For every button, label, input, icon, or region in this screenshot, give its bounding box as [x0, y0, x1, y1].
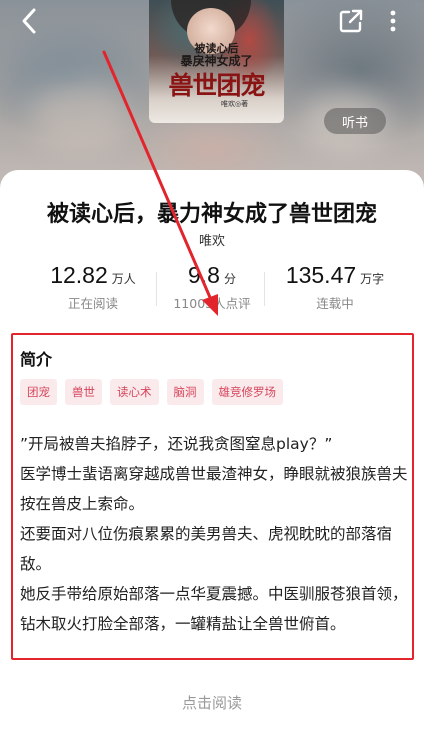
stat-label: 连载中 — [316, 296, 354, 311]
read-button[interactable]: 点击阅读 — [0, 692, 424, 713]
book-cover[interactable]: 被读心后 暴戾神女成了 兽世团宠 唯欢◎著 — [149, 0, 284, 123]
author-name[interactable]: 唯欢 — [0, 230, 424, 249]
intro-text: ”开局被兽夫掐脖子，还说我贪图窒息play？” 医学博士蜚语离穿越成兽世最渣神女… — [20, 429, 412, 639]
listen-button[interactable]: 听书 — [324, 108, 386, 134]
stat-divider — [264, 272, 265, 306]
stat-value: 9.8 — [188, 262, 220, 288]
cover-author-mark: 唯欢◎著 — [221, 100, 249, 108]
stat-word-count: 135.47 万字 连载中 — [270, 262, 400, 312]
back-chevron-icon — [22, 8, 36, 34]
more-vertical-icon — [390, 10, 396, 32]
intro-heading: 简介 — [20, 350, 53, 369]
more-button[interactable] — [378, 6, 408, 36]
book-title: 被读心后，暴力神女成了兽世团宠 — [46, 201, 377, 226]
cover-title-art: 兽世团宠 — [168, 71, 265, 100]
stat-label: 正在阅读 — [67, 296, 118, 311]
share-icon — [339, 9, 363, 33]
stat-value: 135.47 — [285, 262, 357, 288]
stat-label: 11005人点评 — [173, 296, 251, 311]
tag-chip[interactable]: 读心术 — [110, 379, 159, 405]
tag-chip[interactable]: 兽世 — [65, 379, 102, 405]
intro-paragraph: 还要面对八位伤痕累累的美男兽夫、虎视眈眈的部落宿敌。 — [20, 525, 393, 573]
tag-chip[interactable]: 雄竞修罗场 — [211, 379, 283, 405]
tag-list: 团宠 兽世 读心术 脑洞 雄竞修罗场 — [20, 379, 283, 405]
stat-value: 12.82 — [50, 262, 108, 288]
hero-blur-shape — [30, 80, 130, 150]
stat-rating[interactable]: 9.8 分 11005人点评 — [162, 262, 262, 312]
stat-unit: 分 — [223, 272, 236, 286]
tag-chip[interactable]: 脑洞 — [166, 379, 204, 405]
stat-divider — [156, 272, 157, 306]
share-button[interactable] — [336, 6, 366, 36]
stat-unit: 万字 — [360, 272, 385, 286]
stat-readers: 12.82 万人 正在阅读 — [28, 262, 158, 312]
stat-unit: 万人 — [111, 272, 136, 286]
back-button[interactable] — [14, 6, 48, 36]
intro-paragraph: 她反手带给原始部落一点华夏震撼。中医驯服苍狼首领，钻木取火打脸全部落，一罐精盐让… — [20, 585, 408, 633]
intro-paragraph: 医学博士蜚语离穿越成兽世最渣神女，睁眼就被狼族兽夫按在兽皮上索命。 — [20, 465, 408, 513]
tag-chip[interactable]: 团宠 — [20, 379, 57, 405]
intro-paragraph: ”开局被兽夫掐脖子，还说我贪图窒息play？” — [20, 435, 333, 453]
